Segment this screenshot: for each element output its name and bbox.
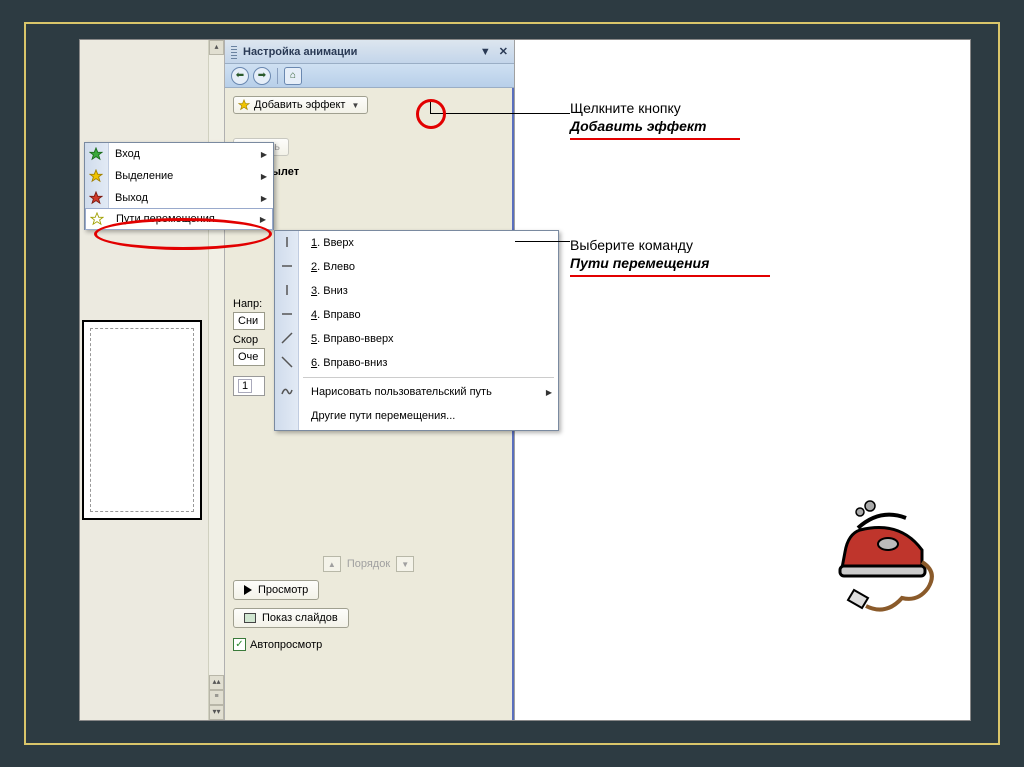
path-up-right[interactable]: 5. Вправо-вверх [275,327,558,351]
red-underline [570,138,740,140]
nav-divider [277,68,278,84]
star-yellow-icon [89,169,103,183]
thumbnail-placeholder [90,328,194,512]
line-left-icon [280,259,294,273]
iron-clipart [810,490,940,620]
nav-back-icon[interactable]: ⬅ [231,67,249,85]
star-icon [238,99,250,111]
callout-add-effect: Щелкните кнопку Добавить эффект [570,100,740,140]
path-down[interactable]: 3. Вниз [275,279,558,303]
monitor-icon [244,613,256,623]
reorder-up-icon[interactable]: ▲ [323,556,341,572]
dbl-arrow-down-icon[interactable]: ▾▾ [209,705,224,720]
speed-label: Скор [233,334,258,346]
menu-item-label: Выход [115,192,148,204]
preview-label: Просмотр [258,584,308,596]
red-underline [570,275,770,277]
autopreview-row[interactable]: ✓ Автопросмотр [233,638,504,651]
chevron-right-icon: ▶ [260,215,266,224]
path-other-label: Другие пути перемещения... [311,410,455,422]
path-up[interactable]: 1. Вверх [275,231,558,255]
direction-label: Напр: [233,298,262,310]
menu-bar-icon[interactable]: ≡ [209,690,224,705]
direction-value: Сни [238,315,258,327]
panel-title: Настройка анимации [243,46,480,58]
path-down-right[interactable]: 6. Вправо-вниз [275,351,558,375]
nav-forward-icon[interactable]: ➡ [253,67,271,85]
callout1-line2: Добавить эффект [570,118,740,136]
add-effect-button[interactable]: Добавить эффект ▼ [233,96,368,114]
autopreview-label: Автопросмотр [250,639,322,651]
menu-item-entrance[interactable]: Вход ▶ [85,143,273,165]
nav-home-icon[interactable]: ⌂ [284,67,302,85]
path-other[interactable]: Другие пути перемещения... [275,404,558,428]
menu-item-exit[interactable]: Выход ▶ [85,187,273,209]
callout2-line2: Пути перемещения [570,255,770,273]
menu-item-emphasis[interactable]: Выделение ▶ [85,165,273,187]
leader-line-2 [515,241,570,242]
motion-path-submenu: 1. Вверх 2. Влево 3. Вниз 4. Вправо 5. В… [274,230,559,431]
add-effect-label: Добавить эффект [254,99,345,111]
panel-menu-arrow-icon[interactable]: ▼ [480,46,491,58]
effect-list-item[interactable]: 1 [233,376,265,396]
callout2-line1: Выберите команду [570,237,770,255]
checkbox-icon[interactable]: ✓ [233,638,246,651]
callout-path: Выберите команду Пути перемещения [570,237,770,277]
slide-thumbnail[interactable] [82,320,202,520]
reorder-row: ▲ Порядок ▼ [233,556,504,572]
menu-item-label: Пути перемещения [116,213,215,225]
chevron-down-icon: ▼ [351,101,359,110]
star-green-icon [89,147,103,161]
path-right[interactable]: 4. Вправо [275,303,558,327]
line-upright-icon [280,331,294,345]
line-up-icon [280,235,294,249]
chevron-right-icon: ▶ [261,172,267,181]
panel-nav: ⬅ ➡ ⌂ [225,64,514,88]
dbl-arrow-up-icon[interactable]: ▴▴ [209,675,224,690]
chevron-right-icon: ▶ [261,150,267,159]
chevron-right-icon: ▶ [261,194,267,203]
star-red-icon [89,191,103,205]
effect-number: 1 [238,379,252,393]
path-custom[interactable]: Нарисовать пользовательский путь ▶ [275,380,558,404]
menu-item-motion-paths[interactable]: Пути перемещения ▶ [85,208,273,230]
scribble-icon [280,384,294,398]
play-icon [244,585,252,595]
chevron-right-icon: ▶ [546,388,552,397]
star-outline-icon [90,212,104,226]
effect-category-menu: Вход ▶ Выделение ▶ Выход ▶ Пути перемеще… [84,142,274,230]
path-left[interactable]: 2. Влево [275,255,558,279]
slideshow-label: Показ слайдов [262,612,338,624]
speed-select[interactable]: Оче [233,348,265,366]
scroll-up-icon[interactable]: ▴ [209,40,224,55]
speed-value: Оче [238,351,258,363]
leader-line-1v [430,101,431,113]
line-down-icon [280,283,294,297]
menu-separator [303,377,554,378]
slideshow-button[interactable]: Показ слайдов [233,608,349,628]
direction-select[interactable]: Сни [233,312,265,330]
leader-line-1 [430,113,570,114]
preview-button[interactable]: Просмотр [233,580,319,600]
menu-item-label: Вход [115,148,140,160]
panel-titlebar: Настройка анимации ▼ ✕ [225,40,514,64]
reorder-down-icon[interactable]: ▼ [396,556,414,572]
path-custom-label: Нарисовать пользовательский путь [311,386,492,398]
line-right-icon [280,307,294,321]
reorder-label: Порядок [347,558,390,570]
callout1-line1: Щелкните кнопку [570,100,740,118]
drag-handle-icon[interactable] [231,45,237,59]
panel-close-icon[interactable]: ✕ [499,45,508,58]
line-downright-icon [280,355,294,369]
menu-item-label: Выделение [115,170,173,182]
